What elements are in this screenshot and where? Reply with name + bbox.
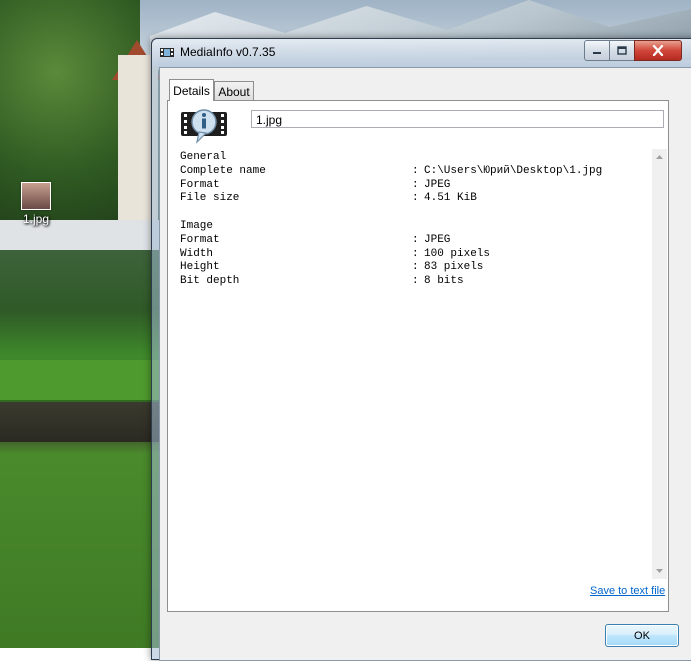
info-value: 4.51 KiB (424, 192, 477, 205)
mediainfo-window: MediaInfo v0.7.35 Details About 1.jpg Ge… (151, 38, 691, 661)
maximize-button[interactable] (609, 40, 635, 61)
info-text-area[interactable]: General Complete name: C:\Users\Юрий\Deskt… (177, 149, 649, 577)
maximize-icon (617, 46, 627, 55)
info-separator: : (412, 192, 419, 205)
film-app-icon (160, 48, 174, 57)
chevron-up-icon (656, 154, 663, 159)
info-value: JPEG (424, 233, 451, 246)
scroll-down-arrow[interactable] (652, 563, 667, 578)
info-separator: : (412, 233, 419, 246)
info-value: 8 bits (424, 275, 464, 288)
close-button[interactable] (634, 40, 682, 61)
tab-details[interactable]: Details (169, 79, 214, 101)
details-panel: 1.jpg General Complete name: C:\Users\Юрий… (167, 100, 669, 612)
info-key: Image (180, 219, 214, 232)
info-separator: : (412, 164, 419, 177)
grass (0, 360, 160, 400)
dirt-path (0, 402, 160, 442)
image-thumbnail-icon (21, 182, 51, 210)
info-key: Bit depth (180, 275, 240, 288)
info-separator: : (412, 178, 419, 191)
vertical-scrollbar[interactable] (652, 149, 667, 579)
desktop-file-label: 1.jpg (22, 212, 50, 226)
info-key: Width (180, 247, 214, 260)
info-value: 100 pixels (424, 247, 491, 260)
info-key: Complete name (180, 164, 266, 177)
info-value: 83 pixels (424, 261, 484, 274)
save-to-text-file-link[interactable]: Save to text file (590, 585, 665, 597)
info-key: Format (180, 233, 220, 246)
window-client-area: Details About 1.jpg General Complete nam… (159, 67, 691, 661)
scroll-up-arrow[interactable] (652, 149, 667, 164)
info-key: File size (180, 192, 240, 205)
tab-about[interactable]: About (214, 81, 254, 101)
info-key: General (180, 151, 227, 163)
info-separator: : (412, 247, 419, 260)
minimize-button[interactable] (584, 40, 610, 61)
window-title: MediaInfo v0.7.35 (180, 45, 276, 59)
chevron-down-icon (656, 568, 663, 573)
desktop-file-icon[interactable]: 1.jpg (16, 182, 56, 232)
info-separator: : (412, 275, 419, 288)
close-icon (652, 45, 664, 56)
minimize-icon (593, 51, 601, 54)
mediainfo-logo-icon (181, 109, 227, 144)
info-key: Height (180, 261, 220, 274)
info-key: Format (180, 178, 220, 191)
title-bar[interactable]: MediaInfo v0.7.35 (152, 39, 691, 67)
info-value: JPEG (424, 178, 451, 191)
file-name-field[interactable]: 1.jpg (251, 110, 664, 128)
info-value: C:\Users\Юрий\Desktop\1.jpg (424, 164, 603, 177)
ok-button[interactable]: OK (605, 624, 679, 647)
info-separator: : (412, 261, 419, 274)
